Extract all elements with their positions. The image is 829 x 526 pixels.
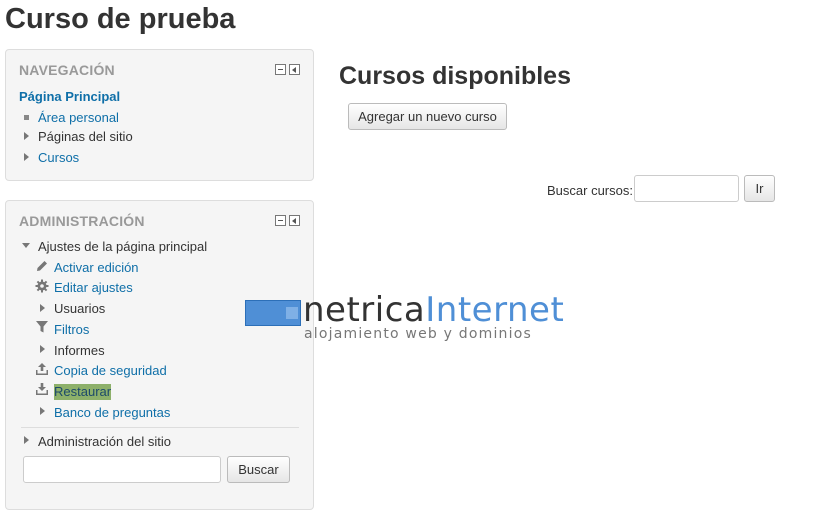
nav-item-paginas-del-sitio[interactable]: Páginas del sitio	[38, 129, 133, 145]
page-title: Curso de prueba	[5, 3, 236, 35]
admin-section-frontpage-settings[interactable]: Ajustes de la página principal	[38, 239, 207, 255]
expand-icon[interactable]	[40, 345, 45, 353]
nav-item-area-personal[interactable]: Área personal	[38, 110, 119, 126]
expand-icon[interactable]	[24, 436, 29, 444]
admin-item-restaurar[interactable]: Restaurar	[54, 384, 112, 400]
admin-item-administracion-del-sitio[interactable]: Administración del sitio	[38, 434, 171, 450]
nav-home-link[interactable]: Página Principal	[19, 89, 120, 105]
watermark-subtitle: alojamiento web y dominios	[304, 326, 532, 342]
course-search-label: Buscar cursos:	[547, 183, 633, 198]
admin-item-copia-de-seguridad[interactable]: Copia de seguridad	[54, 363, 167, 379]
watermark-brand-text: netricaInternet	[303, 290, 564, 330]
upload-icon	[36, 363, 48, 375]
administration-block: ADMINISTRACIÓN Ajustes de la página prin…	[5, 200, 314, 510]
pencil-icon	[37, 261, 47, 271]
course-search-input[interactable]	[634, 175, 739, 202]
expand-icon[interactable]	[40, 304, 45, 312]
download-icon	[36, 383, 48, 395]
available-courses-heading: Cursos disponibles	[339, 62, 571, 90]
hide-block-icon[interactable]	[275, 64, 286, 75]
divider	[21, 427, 299, 428]
navigation-block: NAVEGACIÓN Página Principal Área persona…	[5, 49, 314, 181]
expand-icon[interactable]	[40, 407, 45, 415]
navigation-block-title: NAVEGACIÓN	[19, 62, 115, 78]
admin-search-input[interactable]	[23, 456, 221, 483]
admin-search-button[interactable]: Buscar	[227, 456, 290, 483]
watermark-brand-blue: Internet	[425, 290, 565, 330]
dock-block-icon[interactable]	[289, 64, 300, 75]
watermark-brand-dark: netrica	[303, 290, 426, 330]
filter-icon	[36, 321, 48, 333]
dock-block-icon[interactable]	[289, 215, 300, 226]
hide-block-icon[interactable]	[275, 215, 286, 226]
gear-icon	[35, 279, 49, 293]
admin-item-activar-edicion[interactable]: Activar edición	[54, 260, 139, 276]
expand-icon[interactable]	[24, 132, 29, 140]
nav-item-cursos[interactable]: Cursos	[38, 150, 79, 166]
bullet-icon	[24, 115, 29, 120]
admin-item-informes[interactable]: Informes	[54, 343, 105, 359]
collapse-icon[interactable]	[22, 243, 30, 248]
administration-block-title: ADMINISTRACIÓN	[19, 213, 145, 229]
navigation-block-controls	[275, 64, 300, 75]
admin-item-filtros[interactable]: Filtros	[54, 322, 89, 338]
add-course-button[interactable]: Agregar un nuevo curso	[348, 103, 507, 130]
course-search-go-button[interactable]: Ir	[744, 175, 775, 202]
admin-item-usuarios[interactable]: Usuarios	[54, 301, 105, 317]
admin-item-editar-ajustes[interactable]: Editar ajustes	[54, 280, 133, 296]
administration-block-controls	[275, 215, 300, 226]
admin-item-banco-de-preguntas[interactable]: Banco de preguntas	[54, 405, 170, 421]
expand-icon[interactable]	[24, 153, 29, 161]
